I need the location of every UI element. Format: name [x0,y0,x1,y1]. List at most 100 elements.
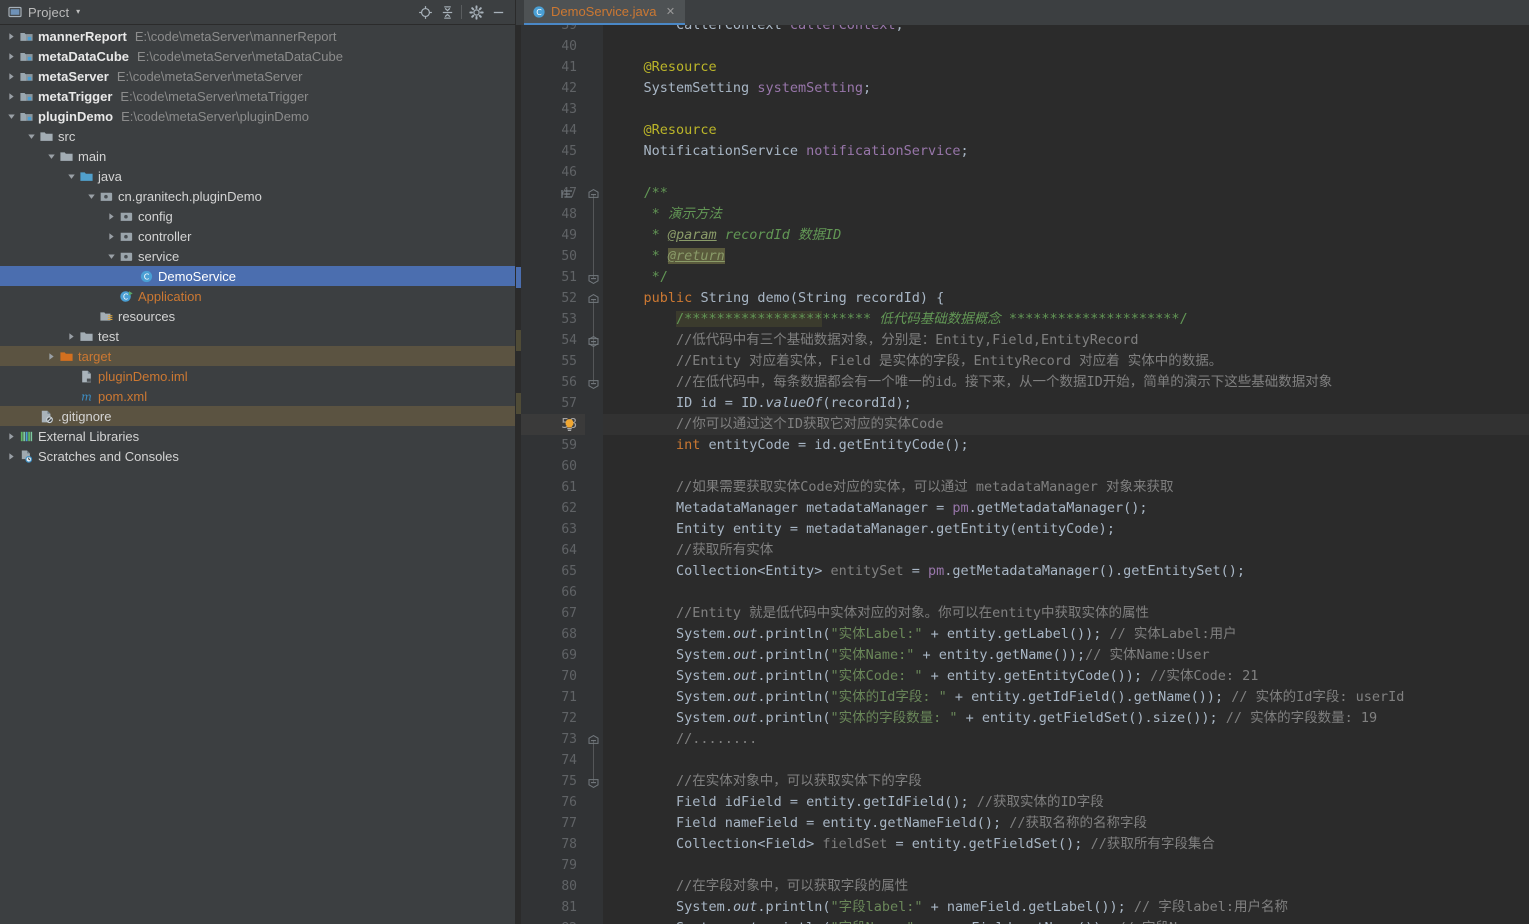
code-line-44[interactable]: @Resource [603,120,717,141]
tree-node-metadatacube[interactable]: metaDataCube E:\code\metaServer\metaDataC… [0,46,515,66]
chevron-right-icon[interactable] [104,212,118,221]
code-line-56[interactable]: //在低代码中，每条数据都会有一个唯一的id。接下来，从一个数据ID开始，简单的… [603,372,1332,393]
tree-node-pom-xml[interactable]: m pom.xml [0,386,515,406]
tree-node-target[interactable]: target [0,346,515,366]
chevron-down-icon[interactable] [44,152,58,161]
tree-node-application[interactable]: C Application [0,286,515,306]
tree-node-main[interactable]: main [0,146,515,166]
chevron-right-icon[interactable] [64,332,78,341]
code-line-46[interactable] [603,162,611,183]
fold-collapse-icon[interactable] [588,734,599,745]
tree-node-demoservice[interactable]: C DemoService [0,266,515,286]
fold-end-icon[interactable] [588,272,599,284]
code-line-63[interactable]: Entity entity = metadataManager.getEntit… [603,519,1115,540]
tree-node-test[interactable]: test [0,326,515,346]
tree-node-external-libraries[interactable]: External Libraries [0,426,515,446]
code-line-66[interactable] [603,582,611,603]
code-line-43[interactable] [603,99,611,120]
code-line-41[interactable]: @Resource [603,57,717,78]
code-line-70[interactable]: System.out.println("实体Code: " + entity.g… [603,666,1258,687]
tree-node-plugindemo[interactable]: pluginDemo E:\code\metaServer\pluginDemo [0,106,515,126]
javadoc-render-icon[interactable] [561,183,573,204]
fold-collapse-icon[interactable] [588,293,599,304]
locate-icon[interactable] [414,1,436,23]
tree-node-cn-granitech-plugindemo[interactable]: cn.granitech.pluginDemo [0,186,515,206]
code-line-69[interactable]: System.out.println("实体Name:" + entity.ge… [603,645,1210,666]
code-line-59[interactable]: int entityCode = id.getEntityCode(); [603,435,969,456]
code-line-65[interactable]: Collection<Entity> entitySet = pm.getMet… [603,561,1245,582]
code-line-47[interactable]: /** [603,183,668,204]
code-line-53[interactable]: /*********************** 低代码基础数据概念 *****… [603,309,1188,330]
code-folding-gutter[interactable] [585,0,603,924]
code-line-77[interactable]: Field nameField = entity.getNameField();… [603,813,1147,834]
tree-node-src[interactable]: src [0,126,515,146]
fold-end-icon[interactable] [588,335,599,347]
chevron-right-icon[interactable] [4,92,18,101]
code-line-57[interactable]: ID id = ID.valueOf(recordId); [603,393,912,414]
line-number-gutter[interactable]: 3940414243444546474849505152535455565758… [521,0,585,924]
tab-demoservice-java[interactable]: C DemoService.java ✕ [524,0,685,25]
chevron-down-icon[interactable]: ▾ [76,8,80,16]
code-line-75[interactable]: //在实体对象中，可以获取实体下的字段 [603,771,922,792]
code-line-74[interactable] [603,750,611,771]
fold-collapse-icon[interactable] [588,188,599,199]
tree-node-plugindemo-iml[interactable]: pluginDemo.iml [0,366,515,386]
code-line-48[interactable]: * 演示方法 [603,204,722,225]
tree-node-resources[interactable]: resources [0,306,515,326]
chevron-down-icon[interactable] [84,192,98,201]
close-icon[interactable]: ✕ [665,6,677,18]
tree-node-gitignore[interactable]: .gitignore [0,406,515,426]
tree-node-java[interactable]: java [0,166,515,186]
tree-node-metatrigger[interactable]: metaTrigger E:\code\metaServer\metaTrigge… [0,86,515,106]
chevron-down-icon[interactable] [4,112,18,121]
code-line-42[interactable]: SystemSetting systemSetting; [603,78,872,99]
chevron-down-icon[interactable] [64,172,78,181]
collapse-all-icon[interactable] [436,1,458,23]
code-line-79[interactable] [603,855,611,876]
code-line-40[interactable] [603,36,611,57]
chevron-down-icon[interactable] [104,252,118,261]
code-line-54[interactable]: //低代码中有三个基础数据对象，分别是：Entity,Field,EntityR… [603,330,1138,351]
tree-node-mannerreport[interactable]: mannerReport E:\code\metaServer\mannerRep… [0,26,515,46]
tree-node-service[interactable]: service [0,246,515,266]
code-line-55[interactable]: //Entity 对应着实体，Field 是实体的字段，EntityRecord… [603,351,1222,372]
fold-end-icon[interactable] [588,377,599,389]
code-line-49[interactable]: * @param recordId 数据ID [603,225,842,246]
code-line-67[interactable]: //Entity 就是低代码中实体对应的对象。你可以在entity中获取实体的属… [603,603,1149,624]
chevron-right-icon[interactable] [4,52,18,61]
code-line-68[interactable]: System.out.println("实体Label:" + entity.g… [603,624,1237,645]
intention-bulb-icon[interactable] [563,414,576,435]
code-line-71[interactable]: System.out.println("实体的Id字段: " + entity.… [603,687,1404,708]
code-line-61[interactable]: //如果需要获取实体Code对应的实体，可以通过 metadataManager… [603,477,1173,498]
code-line-64[interactable]: //获取所有实体 [603,540,773,561]
gear-icon[interactable] [465,1,487,23]
code-line-50[interactable]: * @return [603,246,725,267]
code-line-78[interactable]: Collection<Field> fieldSet = entity.getF… [603,834,1215,855]
tree-node-scratches-and-consoles[interactable]: Scratches and Consoles [0,446,515,466]
code-line-76[interactable]: Field idField = entity.getIdField(); //获… [603,792,1104,813]
fold-end-icon[interactable] [588,776,599,788]
code-line-81[interactable]: System.out.println("字段label:" + nameFiel… [603,897,1288,918]
code-line-82[interactable]: System.out.println("字段Name:" + nameField… [603,918,1275,924]
code-line-45[interactable]: NotificationService notificationService; [603,141,969,162]
chevron-right-icon[interactable] [44,352,58,361]
chevron-down-icon[interactable] [24,132,38,141]
code-line-52[interactable]: public String demo(String recordId) { [603,288,945,309]
tree-node-config[interactable]: config [0,206,515,226]
chevron-right-icon[interactable] [4,72,18,81]
code-line-62[interactable]: MetadataManager metadataManager = pm.get… [603,498,1147,519]
code-line-60[interactable] [603,456,611,477]
code-line-80[interactable]: //在字段对象中，可以获取字段的属性 [603,876,908,897]
tree-node-metaserver[interactable]: metaServer E:\code\metaServer\metaServer [0,66,515,86]
minimize-icon[interactable] [487,1,509,23]
chevron-right-icon[interactable] [4,32,18,41]
code-line-72[interactable]: System.out.println("实体的字段数量: " + entity.… [603,708,1377,729]
code-line-73[interactable]: //........ [603,729,757,750]
project-tree[interactable]: mannerReport E:\code\metaServer\mannerRep… [0,25,515,924]
tree-node-controller[interactable]: controller [0,226,515,246]
chevron-right-icon[interactable] [4,452,18,461]
chevron-right-icon[interactable] [4,432,18,441]
code-text-area[interactable]: CallerContext callerContext; @Resource S… [603,0,1529,924]
chevron-right-icon[interactable] [104,232,118,241]
code-line-51[interactable]: */ [603,267,668,288]
